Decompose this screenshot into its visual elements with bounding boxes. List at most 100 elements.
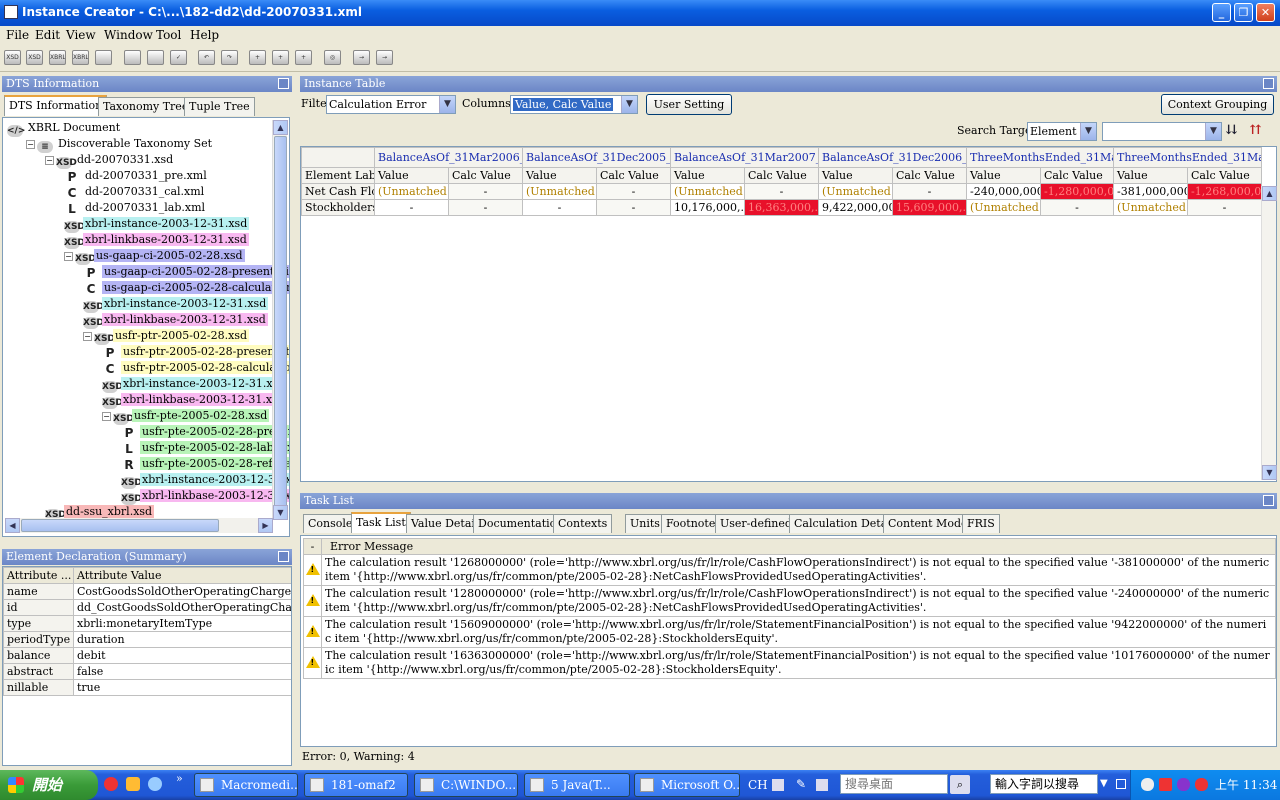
tree-node[interactable]: Cusfr-ptr-2005-02-28-calculation <box>102 360 289 376</box>
tree-node[interactable]: Pusfr-pte-2005-02-28-presen <box>121 424 289 440</box>
tree-node[interactable]: XSDxbrl-linkbase-2003-12-31.xsd <box>83 312 268 329</box>
table-row[interactable]: balance debit <box>3 647 291 664</box>
tab-console[interactable]: Console <box>303 514 358 533</box>
table-row[interactable]: nillable true <box>3 679 291 696</box>
close-button[interactable]: ✕ <box>1256 3 1275 22</box>
empty-cell[interactable]: - <box>892 183 967 200</box>
tree-node[interactable]: XSDxbrl-linkbase-2003-12-31.xsd <box>102 392 287 409</box>
calc-error-cell[interactable]: -1,280,000,000 <box>1039 183 1115 200</box>
calc-error-cell[interactable]: -1,268,000,000 <box>1187 183 1263 200</box>
chevron-down-icon[interactable]: ▼ <box>621 96 637 113</box>
value-cell[interactable]: 9,422,000,000 <box>818 199 893 216</box>
error-message[interactable]: The calculation result '1268000000' (rol… <box>321 554 1276 586</box>
tree-toggle-icon[interactable]: − <box>83 332 92 341</box>
scroll-up-icon[interactable]: ▲ <box>273 120 288 135</box>
maximize-panel-icon[interactable] <box>1263 495 1274 506</box>
tree-node[interactable]: XSDxbrl-instance-2003-12-31.xsd <box>102 376 288 393</box>
maximize-panel-icon[interactable] <box>1263 78 1274 89</box>
taskbar-button[interactable]: Macromedi... <box>194 773 298 797</box>
tray-icon[interactable] <box>1141 778 1154 791</box>
error-message[interactable]: The calculation result '1280000000' (rol… <box>321 585 1276 617</box>
help-icon[interactable] <box>816 779 828 791</box>
table-row[interactable]: ! The calculation result '1268000000' (ro… <box>302 554 1276 586</box>
desktop-search-input[interactable]: 搜尋桌面 <box>840 774 948 794</box>
menu-help[interactable]: Help <box>190 28 219 42</box>
tab-task-list[interactable]: Task List <box>351 512 411 533</box>
unmatched-cell[interactable]: (Unmatched ... <box>1113 199 1189 216</box>
value-column-header[interactable]: Value <box>522 167 597 184</box>
empty-cell[interactable]: - <box>448 199 523 216</box>
chevron-down-icon[interactable]: ▼ <box>1205 123 1221 140</box>
menu-edit[interactable]: Edit <box>35 28 60 42</box>
search-down-icon[interactable]: ⇊ <box>1226 123 1237 138</box>
context-column-header[interactable]: BalanceAsOf_31Dec2006_... <box>818 147 967 168</box>
open-xsd-icon[interactable]: XSD <box>26 50 43 65</box>
save-all-icon[interactable] <box>147 50 164 65</box>
table-row[interactable]: abstract false <box>3 663 291 680</box>
tree-node[interactable]: </> XBRL Document <box>7 120 122 137</box>
window-icon[interactable] <box>1116 779 1126 789</box>
tree-toggle-icon[interactable]: − <box>64 252 73 261</box>
scroll-up-icon[interactable]: ▲ <box>1262 186 1277 201</box>
tree-node[interactable]: XSDxbrl-instance-2003-12-31.xsd <box>64 216 250 233</box>
new-xsd-icon[interactable]: XSD <box>4 50 21 65</box>
empty-cell[interactable]: - <box>522 199 597 216</box>
context-column-header[interactable]: ThreeMonthsEnded_31Mar... <box>965 147 1115 168</box>
table-row[interactable]: ! The calculation result '16363000000' (r… <box>302 647 1276 679</box>
col-attribute-name[interactable]: Attribute ... <box>3 567 74 584</box>
value-cell[interactable]: -381,000,000 <box>1113 183 1189 200</box>
value-column-header[interactable]: Value <box>966 167 1041 184</box>
ime-search-input[interactable]: 輸入字詞以搜尋 <box>990 774 1098 794</box>
element-label[interactable]: Net Cash Flo... <box>301 183 375 200</box>
chevron-down-icon[interactable]: ▼ <box>1100 778 1108 789</box>
taskbar-button[interactable]: 5 Java(T... <box>524 773 630 797</box>
value-cell[interactable]: -240,000,000 <box>966 183 1041 200</box>
tab-taxonomy-tree[interactable]: Taxonomy Tree <box>98 97 194 116</box>
maximize-button[interactable]: ❐ <box>1234 3 1253 22</box>
context-column-header[interactable]: BalanceAsOf_31Mar2006_... <box>374 147 523 168</box>
scroll-left-icon[interactable]: ◀ <box>5 518 20 533</box>
minimize-button[interactable]: _ <box>1212 3 1231 22</box>
add-context-icon[interactable]: + <box>272 50 289 65</box>
error-message[interactable]: The calculation result '15609000000' (ro… <box>321 616 1276 648</box>
tree-node[interactable]: XSDxbrl-instance-2003-12-31.xsd <box>83 296 269 313</box>
window-icon[interactable] <box>95 50 112 65</box>
open-xbrl-icon[interactable]: XBRL <box>72 50 89 65</box>
table-row[interactable]: ! The calculation result '15609000000' (r… <box>302 616 1276 648</box>
empty-cell[interactable]: - <box>1039 199 1115 216</box>
taskbar-button[interactable]: C:\WINDO... <box>414 773 518 797</box>
tab-units[interactable]: Units <box>625 514 665 533</box>
col-attribute-value[interactable]: Attribute Value <box>73 567 291 584</box>
scroll-thumb[interactable] <box>274 136 287 512</box>
value-column-header[interactable]: Value <box>670 167 745 184</box>
menu-view[interactable]: View <box>66 28 96 42</box>
col-error-message[interactable]: Error Message <box>321 538 1276 555</box>
empty-cell[interactable]: - <box>596 199 671 216</box>
menu-tool[interactable]: Tool <box>156 28 181 42</box>
filter-select[interactable]: Calculation Error ▼ <box>326 95 456 114</box>
tree-node[interactable]: XSDxbrl-linkbase-2003-12-31.x <box>121 488 289 505</box>
table-row[interactable]: ! The calculation result '1280000000' (ro… <box>302 585 1276 617</box>
tree-node[interactable]: − XSDusfr-pte-2005-02-28.xsd <box>102 408 270 425</box>
tree-node[interactable]: Lusfr-pte-2005-02-28-label.x <box>121 440 289 456</box>
scroll-down-icon[interactable]: ▼ <box>1262 465 1277 480</box>
table-row[interactable]: iddd_CostGoodsSoldOtherOperatingCharges <box>3 599 291 616</box>
tray-icon[interactable] <box>1159 778 1172 791</box>
element-label-header[interactable]: Element Label <box>301 167 375 184</box>
error-message[interactable]: The calculation result '16363000000' (ro… <box>321 647 1276 679</box>
col-dash[interactable]: - <box>302 538 323 555</box>
tree-node[interactable]: − XSDusfr-ptr-2005-02-28.xsd <box>83 328 250 345</box>
tab-dts-information[interactable]: DTS Information <box>4 95 108 116</box>
table-row[interactable]: Stockholders'...----10,176,000,...16,363… <box>301 199 1263 216</box>
calc-value-column-header[interactable]: Calc Value <box>448 167 523 184</box>
quicklaunch-icon[interactable] <box>148 777 162 791</box>
search-target-select[interactable]: Element ▼ <box>1027 122 1097 141</box>
maximize-panel-icon[interactable] <box>278 78 289 89</box>
unmatched-cell[interactable]: (Unmatched ... <box>670 183 745 200</box>
save-icon[interactable] <box>124 50 141 65</box>
language-indicator[interactable]: CH <box>748 778 768 792</box>
element-label[interactable]: Stockholders'... <box>301 199 375 216</box>
chevron-more-icon[interactable]: » <box>176 772 183 785</box>
scroll-down-icon[interactable]: ▼ <box>273 505 288 520</box>
tree-toggle-icon[interactable]: − <box>102 412 111 421</box>
